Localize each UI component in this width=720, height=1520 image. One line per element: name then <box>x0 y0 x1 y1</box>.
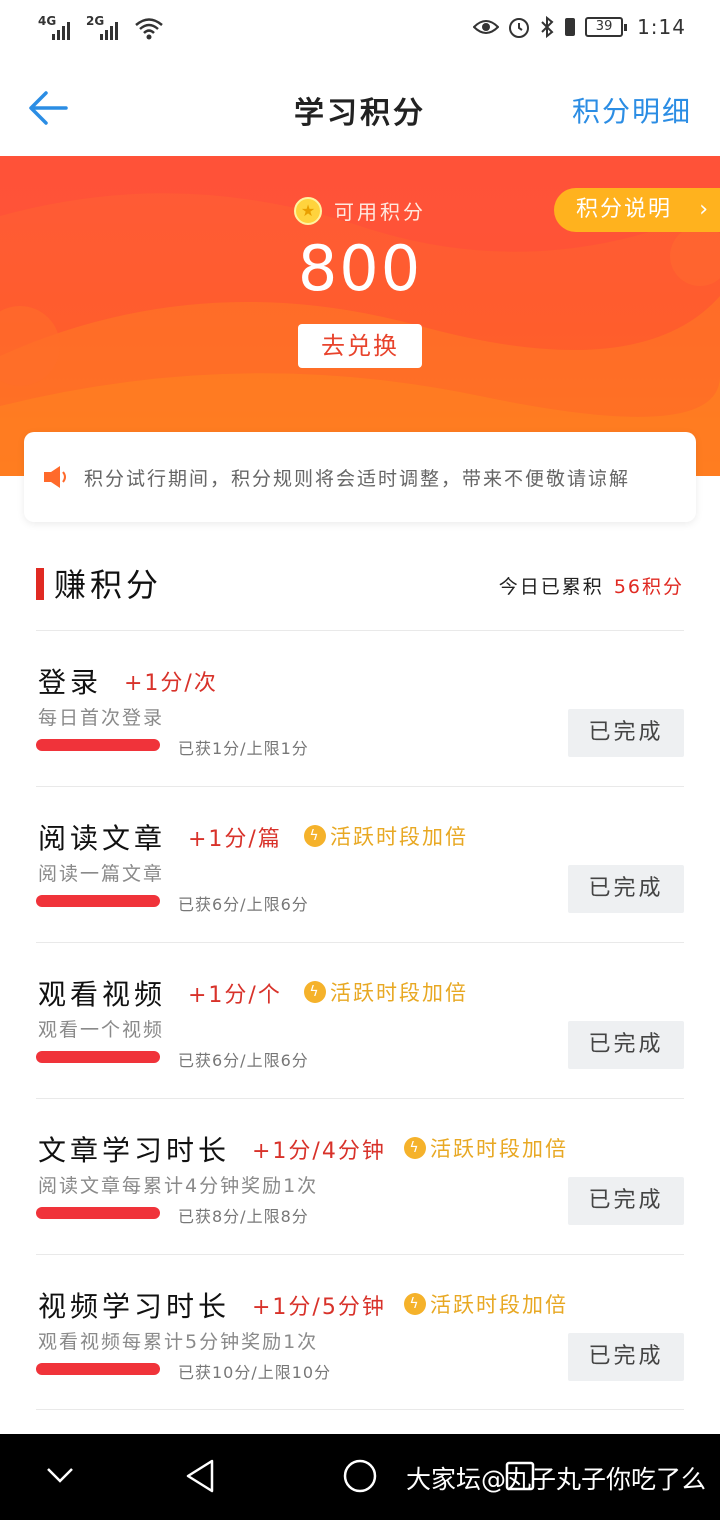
task-title: 阅读文章 <box>38 822 167 855</box>
earn-points-header: 赚积分 今日已累积 56积分 <box>36 560 684 610</box>
available-points-value: 800 <box>297 232 423 305</box>
home-circle-icon[interactable] <box>342 1458 378 1494</box>
task-rate: +1分/次 <box>124 671 218 696</box>
task-progress-bar <box>36 1363 160 1375</box>
task-row-login: 登录 +1分/次 每日首次登录 已获1分/上限1分 已完成 <box>36 630 684 786</box>
task-row-video-duration: 视频学习时长 +1分/5分钟 ϟ 活跃时段加倍 观看视频每累计5分钟奖励1次 已… <box>36 1254 684 1410</box>
status-bar: 4G 2G 39 1:14 <box>0 0 720 60</box>
points-explanation-button[interactable]: 积分说明 › <box>554 188 720 232</box>
points-explanation-label: 积分说明 <box>576 197 673 222</box>
task-rate: +1分/5分钟 <box>252 1295 386 1320</box>
earn-points-title: 赚积分 <box>54 566 163 604</box>
task-description: 观看视频每累计5分钟奖励1次 <box>38 1331 319 1353</box>
task-progress-bar <box>36 739 160 751</box>
task-progress-text: 已获10分/上限10分 <box>178 1363 332 1382</box>
task-title: 登录 <box>38 666 103 699</box>
available-points-label: 可用积分 <box>334 200 426 224</box>
wifi-icon <box>135 18 163 40</box>
nav-bar: 学习积分 积分明细 <box>0 60 720 156</box>
today-accumulated: 今日已累积 56积分 <box>499 572 684 599</box>
task-status-button[interactable]: 已完成 <box>568 1021 684 1069</box>
points-hero: ★ 可用积分 800 去兑换 积分说明 › <box>0 156 720 476</box>
task-description: 阅读一篇文章 <box>38 863 165 885</box>
lightning-icon: ϟ <box>304 981 326 1003</box>
signal-2g-icon: 2G <box>86 14 126 42</box>
task-status-button[interactable]: 已完成 <box>568 865 684 913</box>
task-boost-label: 活跃时段加倍 <box>430 1293 568 1317</box>
coin-icon: ★ <box>294 196 322 225</box>
task-description: 阅读文章每累计4分钟奖励1次 <box>38 1175 319 1197</box>
watermark-text: 大家坛@丸子丸子你吃了么 <box>405 1465 706 1494</box>
task-progress-text: 已获1分/上限1分 <box>178 739 309 758</box>
speaker-icon <box>44 466 66 488</box>
lightning-icon: ϟ <box>404 1293 426 1315</box>
lightning-icon: ϟ <box>304 825 326 847</box>
task-progress-text: 已获6分/上限6分 <box>178 895 309 914</box>
task-description: 每日首次登录 <box>38 707 165 729</box>
task-progress-bar <box>36 895 160 907</box>
task-rate: +1分/篇 <box>188 827 282 852</box>
vibrate-icon <box>565 18 576 36</box>
task-row-watch-video: 观看视频 +1分/个 ϟ 活跃时段加倍 观看一个视频 已获6分/上限6分 已完成 <box>36 942 684 1098</box>
alarm-icon <box>509 18 530 38</box>
list-divider <box>36 1409 684 1410</box>
task-boost-label: 活跃时段加倍 <box>430 1137 568 1161</box>
back-triangle-icon[interactable] <box>184 1458 216 1494</box>
task-boost-tag: ϟ 活跃时段加倍 <box>304 821 468 851</box>
task-title: 文章学习时长 <box>38 1134 231 1167</box>
clock-time: 1:14 <box>637 15 686 39</box>
task-status-button[interactable]: 已完成 <box>568 1333 684 1381</box>
today-accumulated-value: 56积分 <box>613 576 684 598</box>
eye-icon <box>473 20 500 34</box>
task-boost-tag: ϟ 活跃时段加倍 <box>304 977 468 1007</box>
task-description: 观看一个视频 <box>38 1019 165 1041</box>
task-progress-text: 已获6分/上限6分 <box>178 1051 309 1070</box>
task-rate: +1分/个 <box>188 983 282 1008</box>
bluetooth-icon <box>541 15 554 39</box>
task-status-button[interactable]: 已完成 <box>568 709 684 757</box>
task-title: 观看视频 <box>38 978 167 1011</box>
battery-icon: 39 <box>585 17 628 37</box>
task-progress-text: 已获8分/上限8分 <box>178 1207 309 1226</box>
notice-banner: 积分试行期间，积分规则将会适时调整，带来不便敬请谅解 <box>24 432 696 522</box>
task-boost-tag: ϟ 活跃时段加倍 <box>404 1133 568 1163</box>
task-boost-label: 活跃时段加倍 <box>330 825 468 849</box>
task-progress-bar <box>36 1051 160 1063</box>
battery-level: 39 <box>595 19 613 34</box>
task-boost-label: 活跃时段加倍 <box>330 981 468 1005</box>
signal-4g-icon: 4G <box>38 14 78 42</box>
notice-text: 积分试行期间，积分规则将会适时调整，带来不便敬请谅解 <box>84 467 631 490</box>
task-progress-bar <box>36 1207 160 1219</box>
chevron-right-icon: › <box>699 197 710 222</box>
points-detail-link[interactable]: 积分明细 <box>572 90 692 130</box>
today-accumulated-label: 今日已累积 <box>498 576 604 598</box>
task-status-button[interactable]: 已完成 <box>568 1177 684 1225</box>
system-nav-bar: 大家坛@丸子丸子你吃了么 <box>0 1434 720 1520</box>
redeem-button[interactable]: 去兑换 <box>298 324 422 368</box>
section-marker <box>36 568 44 600</box>
task-row-article-duration: 文章学习时长 +1分/4分钟 ϟ 活跃时段加倍 阅读文章每累计4分钟奖励1次 已… <box>36 1098 684 1254</box>
lightning-icon: ϟ <box>404 1137 426 1159</box>
task-title: 视频学习时长 <box>38 1290 231 1323</box>
task-boost-tag: ϟ 活跃时段加倍 <box>404 1289 568 1319</box>
task-row-read-article: 阅读文章 +1分/篇 ϟ 活跃时段加倍 阅读一篇文章 已获6分/上限6分 已完成 <box>36 786 684 942</box>
task-rate: +1分/4分钟 <box>252 1139 386 1164</box>
chevron-down-icon[interactable] <box>46 1466 74 1484</box>
